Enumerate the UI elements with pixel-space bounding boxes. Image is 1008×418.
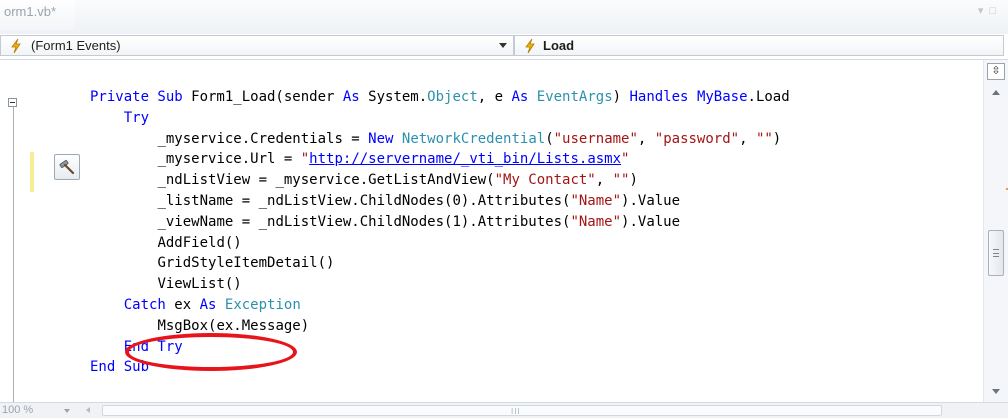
code-line: _ndListView = _myservice.GetListAndView(… <box>157 172 638 189</box>
code-line: _myservice.Url = "http://servername/_vti… <box>157 151 630 168</box>
document-tab-strip: orm1.vb* ▾□ <box>0 0 1008 34</box>
collapse-icon[interactable] <box>8 98 17 107</box>
method-name-dropdown[interactable]: Load <box>514 35 1004 56</box>
navigation-bar: (Form1 Events) Load <box>0 34 1008 60</box>
method-name-label: Load <box>543 38 575 53</box>
split-icon[interactable]: ⇳ <box>987 63 1005 80</box>
code-line: _viewName = _ndListView.ChildNodes(1).At… <box>157 213 681 230</box>
code-line: _myservice.Credentials = New NetworkCred… <box>157 130 782 147</box>
url-link[interactable]: http://servername/_vti_bin/Lists.asmx <box>309 151 621 167</box>
change-indicator <box>30 152 34 172</box>
code-line: GridStyleItemDetail() <box>157 255 335 272</box>
code-line: _listName = _ndListView.ChildNodes(0).At… <box>157 192 681 209</box>
vertical-scrollbar[interactable]: ⇳ <box>983 60 1008 402</box>
chevron-down-icon[interactable] <box>499 43 507 48</box>
code-line: Try <box>123 109 150 126</box>
document-tab[interactable]: orm1.vb* <box>0 0 75 30</box>
change-indicator <box>30 172 34 192</box>
keyword-private-sub: Private Sub <box>90 89 183 105</box>
maximize-icon[interactable]: □ <box>989 5 1002 17</box>
scroll-left-icon[interactable] <box>86 407 90 413</box>
event-bolt-icon <box>525 38 535 54</box>
class-name-dropdown[interactable]: (Form1 Events) <box>0 35 514 56</box>
horizontal-scroll-thumb[interactable]: III <box>102 405 942 416</box>
document-tab-title: orm1.vb* <box>4 4 57 19</box>
scroll-down-icon[interactable] <box>992 389 1000 394</box>
scroll-up-icon[interactable] <box>992 90 1000 95</box>
zoom-level[interactable]: 100 % <box>2 404 33 416</box>
hammer-icon <box>59 160 75 175</box>
editor-bottom-bar: 100 % III <box>0 402 1008 418</box>
horizontal-scrollbar[interactable]: III <box>80 404 980 417</box>
grip-icon: III <box>511 407 521 416</box>
dropdown-icon[interactable]: ▾ <box>978 5 990 17</box>
code-line: Private Sub Form1_Load(sender As System.… <box>90 89 790 105</box>
code-line-viewlist: ViewList() <box>157 276 242 293</box>
highlight-ellipse <box>125 333 297 371</box>
class-name-label: (Form1 Events) <box>31 38 121 53</box>
code-line: Catch ex As Exception <box>123 296 301 313</box>
scroll-thumb[interactable] <box>988 230 1004 276</box>
outline-line <box>13 104 14 418</box>
zoom-dropdown-icon[interactable] <box>64 409 70 413</box>
code-line: AddField() <box>157 234 242 251</box>
window-buttons[interactable]: ▾□ <box>978 4 1002 17</box>
grip-icon <box>993 249 999 257</box>
event-bolt-icon <box>11 38 21 54</box>
smart-tag-button[interactable] <box>54 154 80 180</box>
